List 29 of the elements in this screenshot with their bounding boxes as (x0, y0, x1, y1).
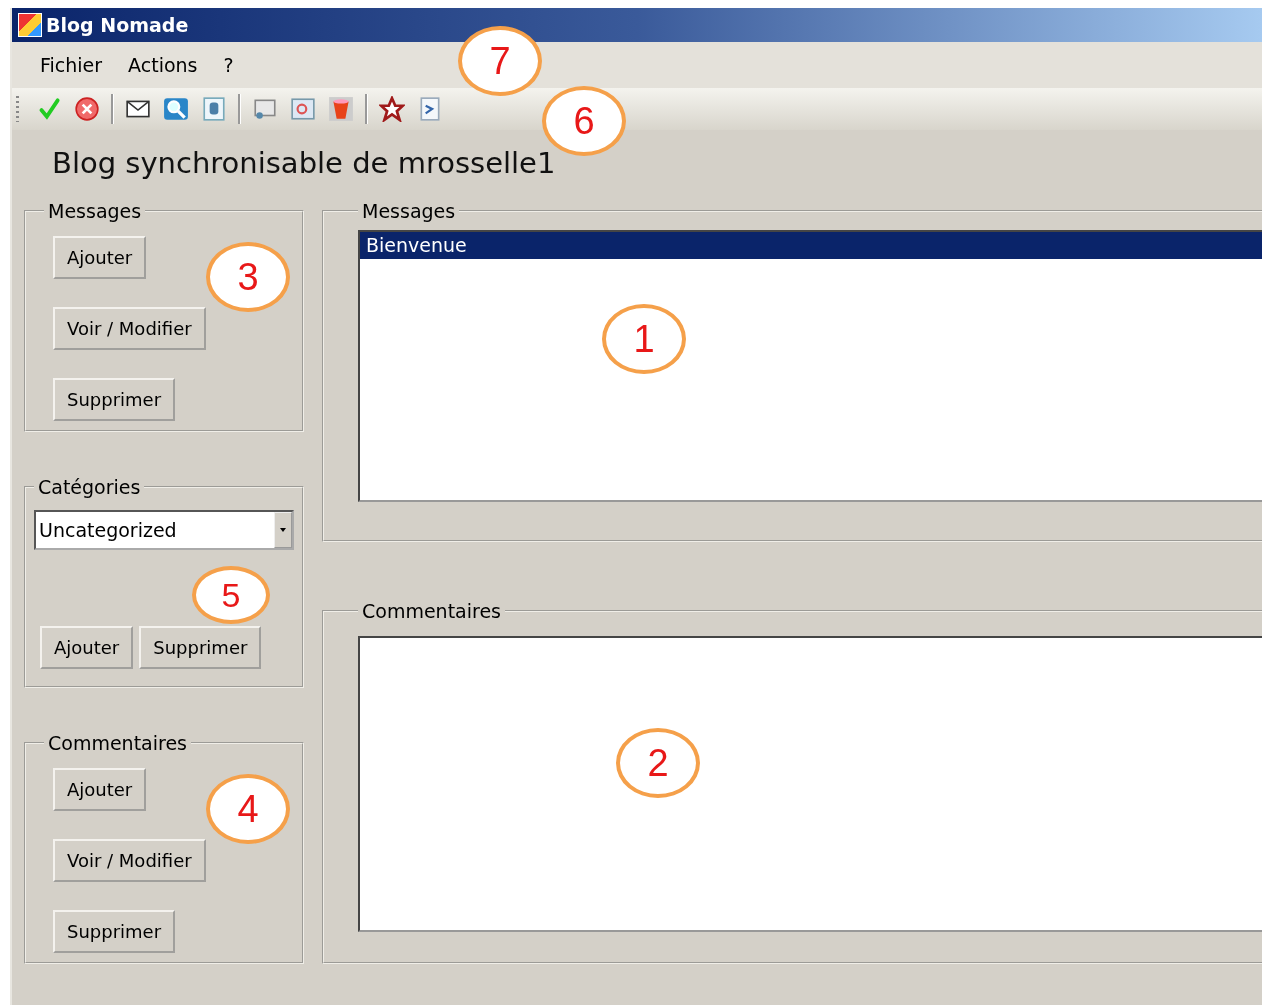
button[interactable]: Supprimer (53, 378, 176, 421)
list-box[interactable]: 2 (358, 636, 1262, 932)
button[interactable]: Ajouter (40, 626, 134, 669)
list-item[interactable]: Bienvenue (360, 232, 1262, 259)
list-box[interactable]: Bienvenue 1 (358, 230, 1262, 502)
group-title: Commentaires (47, 732, 188, 754)
group-title: Catégories (37, 476, 142, 498)
app-icon (18, 13, 42, 37)
star-icon[interactable] (376, 93, 408, 125)
button[interactable]: Voir / Modifier (53, 839, 206, 882)
group-title: Messages (361, 200, 457, 222)
button[interactable]: Supprimer (53, 910, 176, 953)
group-title: Messages (47, 200, 143, 222)
button[interactable]: Ajouter (53, 236, 147, 279)
toolbar-grip (16, 96, 19, 122)
callout-number: 4 (206, 774, 290, 844)
callout-number: 3 (206, 242, 290, 312)
button[interactable]: Voir / Modifier (53, 307, 206, 350)
dropdown[interactable]: Uncategorized (34, 510, 294, 550)
window-title: Blog Nomade (46, 14, 189, 36)
callout-number: 2 (616, 728, 700, 798)
callout-number: 5 (192, 566, 270, 624)
group-title: Commentaires (361, 600, 502, 622)
button[interactable]: Supprimer (139, 626, 262, 669)
button[interactable]: Ajouter (53, 768, 147, 811)
menu-item[interactable]: ? (215, 52, 242, 78)
menu-item[interactable]: Fichier (32, 52, 111, 78)
menu-item[interactable]: Actions (120, 52, 206, 78)
callout-number: 1 (602, 304, 686, 374)
